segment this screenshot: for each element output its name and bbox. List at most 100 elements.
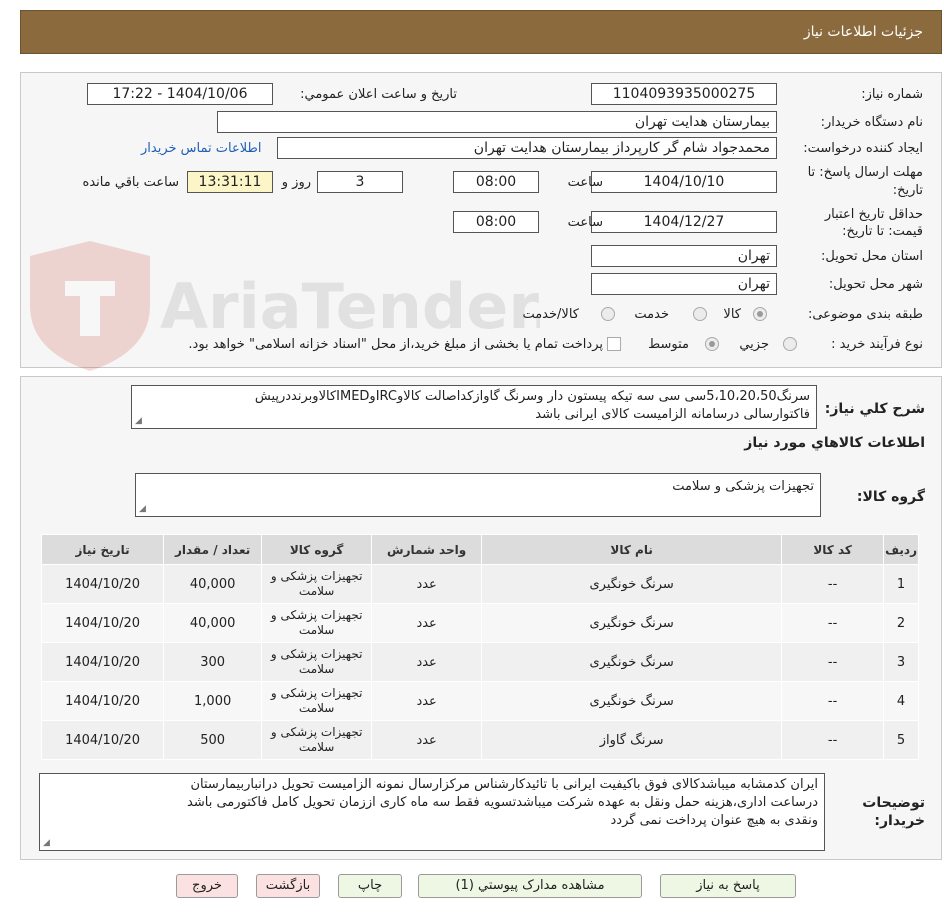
exit-button[interactable]: خروج bbox=[176, 874, 238, 898]
buyer-notes-line-2: درساعت اداری،هزینه حمل ونقل به عهده شرکت… bbox=[187, 795, 818, 810]
deadline-label-line1: مهلت ارسال پاسخ: تا bbox=[807, 165, 923, 180]
category-option-service: خدمت bbox=[634, 307, 669, 322]
resize-grip-icon[interactable]: ◢ bbox=[135, 417, 142, 426]
buyer-notes-line-3: ونقدی به هیچ عنوان پرداخت نمی گردد bbox=[610, 813, 818, 828]
cell-group-line2: سلامت bbox=[298, 740, 335, 754]
days-label: روز و bbox=[281, 175, 311, 190]
goods-group-textarea: تجهیزات پزشکی و سلامت ◢ bbox=[135, 473, 821, 517]
buyer-label: نام دستگاه خریدار: bbox=[820, 115, 923, 130]
process-type-label: نوع فرآیند خرید : bbox=[831, 337, 923, 352]
cell-group: تجهیزات پزشکی و سلامت bbox=[261, 681, 373, 721]
announce-date-field: 1404/10/06 - 17:22 bbox=[87, 83, 273, 105]
category-option-goods: کالا bbox=[723, 307, 741, 322]
cell-unit: عدد bbox=[371, 720, 483, 760]
cell-name: سرنگ گاواز bbox=[481, 720, 783, 760]
col-date: تاریخ نیاز bbox=[40, 534, 165, 565]
cell-group-line1: تجهیزات پزشکی و bbox=[270, 569, 363, 583]
resize-grip-icon[interactable]: ◢ bbox=[43, 839, 50, 848]
cell-group-line1: تجهیزات پزشکی و bbox=[270, 725, 363, 739]
cell-group-line1: تجهیزات پزشکی و bbox=[270, 608, 363, 622]
goods-group-label: گروه کالا: bbox=[856, 489, 925, 505]
cell-date: 1404/10/20 bbox=[40, 603, 165, 643]
cell-qty: 500 bbox=[163, 720, 263, 760]
city-field: تهران bbox=[591, 273, 777, 295]
col-unit: واحد شمارش bbox=[371, 534, 483, 565]
table-row: 5 -- سرنگ گاواز عدد تجهیزات پزشکی و سلامت… bbox=[40, 720, 919, 760]
announce-date-label: تاریخ و ساعت اعلان عمومي: bbox=[300, 87, 457, 102]
province-field: تهران bbox=[591, 245, 777, 267]
validity-label-line2: قیمت: تا تاریخ: bbox=[842, 224, 923, 239]
goods-table-header: ردیف کد کالا نام کالا واحد شمارش گروه کا… bbox=[40, 534, 919, 565]
resize-grip-icon[interactable]: ◢ bbox=[139, 505, 146, 514]
table-row: 1 -- سرنگ خونگیری عدد تجهیزات پزشکی و سلا… bbox=[40, 564, 919, 604]
cell-group: تجهیزات پزشکی و سلامت bbox=[261, 603, 373, 643]
validity-date-field: 1404/12/27 bbox=[591, 211, 777, 233]
table-row: 4 -- سرنگ خونگیری عدد تجهیزات پزشکی و سلا… bbox=[40, 681, 919, 721]
cell-row: 5 bbox=[883, 720, 919, 760]
description-line-1: سرنگ5،10،20،50سی سی سه تیکه پیستون دار و… bbox=[254, 389, 810, 404]
category-label: طبقه بندی موضوعی: bbox=[807, 307, 923, 322]
cell-qty: 300 bbox=[163, 642, 263, 682]
col-qty: تعداد / مقدار bbox=[163, 534, 263, 565]
col-code: کد کالا bbox=[781, 534, 885, 565]
cell-row: 3 bbox=[883, 642, 919, 682]
reply-button[interactable]: پاسخ به نیاز bbox=[660, 874, 796, 898]
cell-unit: عدد bbox=[371, 642, 483, 682]
category-radio-goods-service[interactable] bbox=[601, 307, 615, 321]
days-field: 3 bbox=[317, 171, 403, 193]
need-number-label: شماره نیاز: bbox=[861, 87, 923, 102]
description-label: شرح کلي نیاز: bbox=[824, 401, 925, 417]
process-option-medium: متوسط bbox=[648, 337, 689, 352]
deadline-date-field: 1404/10/10 bbox=[591, 171, 777, 193]
page-title: جزئیات اطلاعات نیاز bbox=[803, 24, 923, 40]
deadline-time-field: 08:00 bbox=[453, 171, 539, 193]
remaining-time-field: 13:31:11 bbox=[187, 171, 273, 193]
cell-group: تجهیزات پزشکی و سلامت bbox=[261, 720, 373, 760]
process-option-minor: جزیي bbox=[739, 337, 769, 352]
cell-group-line2: سلامت bbox=[298, 701, 335, 715]
goods-group-value: تجهیزات پزشکی و سلامت bbox=[672, 479, 814, 494]
cell-name: سرنگ خونگیری bbox=[481, 603, 783, 643]
cell-date: 1404/10/20 bbox=[40, 681, 165, 721]
buyer-notes-label-line2: خریدار: bbox=[874, 813, 925, 829]
cell-date: 1404/10/20 bbox=[40, 642, 165, 682]
back-button[interactable]: بازگشت bbox=[256, 874, 320, 898]
validity-label-line1: حداقل تاریخ اعتبار bbox=[824, 207, 923, 222]
cell-unit: عدد bbox=[371, 681, 483, 721]
category-radio-service[interactable] bbox=[693, 307, 707, 321]
deadline-time-label: ساعت bbox=[567, 175, 603, 190]
treasury-payment-checkbox[interactable] bbox=[607, 337, 621, 351]
goods-table: ردیف کد کالا نام کالا واحد شمارش گروه کا… bbox=[40, 534, 919, 760]
goods-section-title: اطلاعات کالاهاي مورد نیاز bbox=[744, 435, 925, 451]
cell-code: -- bbox=[781, 681, 885, 721]
treasury-payment-note: پرداخت تمام یا بخشی از مبلغ خرید،از محل … bbox=[188, 337, 603, 352]
cell-name: سرنگ خونگیری bbox=[481, 681, 783, 721]
table-row: 3 -- سرنگ خونگیری عدد تجهیزات پزشکی و سلا… bbox=[40, 642, 919, 682]
table-row: 2 -- سرنگ خونگیری عدد تجهیزات پزشکی و سلا… bbox=[40, 603, 919, 643]
need-info-panel: شماره نیاز: 1104093935000275 تاریخ و ساع… bbox=[20, 72, 942, 368]
process-radio-minor[interactable] bbox=[783, 337, 797, 351]
description-textarea: سرنگ5،10،20،50سی سی سه تیکه پیستون دار و… bbox=[131, 385, 817, 429]
buyer-contact-link[interactable]: اطلاعات تماس خریدار bbox=[141, 141, 261, 156]
cell-qty: 40,000 bbox=[163, 564, 263, 604]
cell-row: 4 bbox=[883, 681, 919, 721]
view-attachments-button[interactable]: مشاهده مدارک پیوستي (1) bbox=[418, 874, 642, 898]
cell-qty: 40,000 bbox=[163, 603, 263, 643]
description-line-2: فاکتوارسالی درسامانه الزامیست کالای ایرا… bbox=[535, 407, 810, 422]
col-group: گروه کالا bbox=[261, 534, 373, 565]
process-radio-medium[interactable] bbox=[705, 337, 719, 351]
cell-code: -- bbox=[781, 720, 885, 760]
cell-group-line1: تجهیزات پزشکی و bbox=[270, 647, 363, 661]
cell-group-line1: تجهیزات پزشکی و bbox=[270, 686, 363, 700]
cell-code: -- bbox=[781, 603, 885, 643]
city-label: شهر محل تحویل: bbox=[828, 277, 923, 292]
category-radio-goods[interactable] bbox=[753, 307, 767, 321]
cell-code: -- bbox=[781, 642, 885, 682]
cell-unit: عدد bbox=[371, 564, 483, 604]
buyer-notes-textarea: ایران کدمشابه میباشدکالای فوق باکیفیت ای… bbox=[39, 773, 825, 851]
buyer-notes-line-1: ایران کدمشابه میباشدکالای فوق باکیفیت ای… bbox=[190, 777, 818, 792]
print-button[interactable]: چاپ bbox=[338, 874, 402, 898]
deadline-label-line2: تاریخ: bbox=[892, 183, 923, 198]
creator-label: ایجاد کننده درخواست: bbox=[803, 141, 923, 156]
col-row: ردیف bbox=[883, 534, 919, 565]
